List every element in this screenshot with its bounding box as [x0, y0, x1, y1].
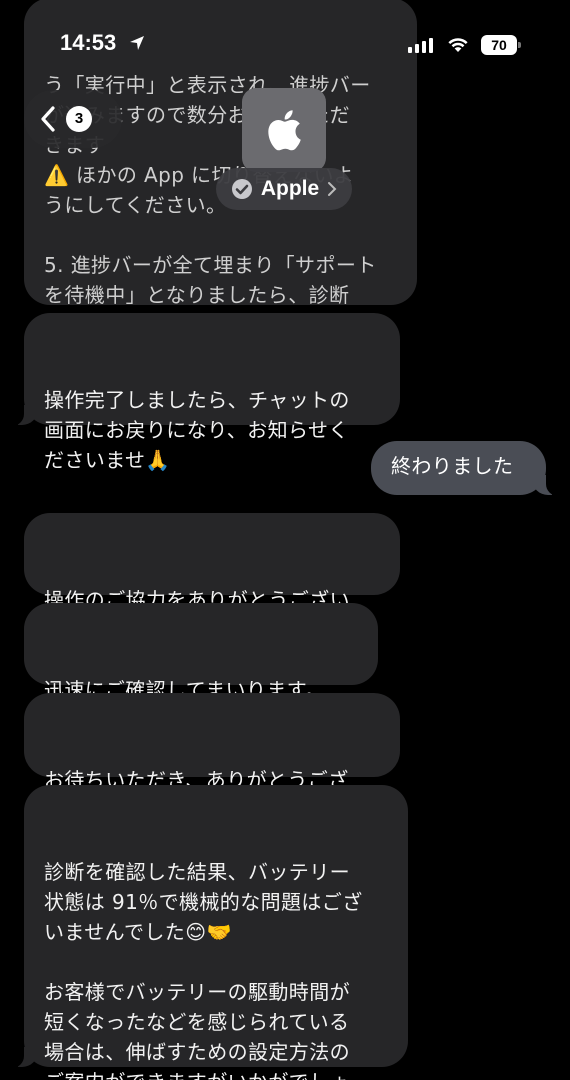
status-bar: 14:53 70	[0, 0, 570, 80]
outgoing-message-bubble: 終わりました	[371, 441, 560, 496]
message-text: 操作完了しましたら、チャットの 画面にお戻りになり、お知らせく ださいませ🙏	[44, 388, 350, 472]
unread-count-badge: 3	[66, 106, 92, 132]
message-bubble: 操作のご協力をありがとうござい ます🤝	[24, 513, 400, 642]
message-bubble: 迅速にご確認してまいります。 少々お待ちください。	[24, 603, 378, 732]
apple-logo-icon	[268, 110, 301, 151]
contact-name: Apple	[260, 177, 320, 200]
battery-indicator: 70	[481, 35, 521, 55]
contact-avatar[interactable]	[242, 88, 326, 172]
message-text: 終わりました	[391, 454, 514, 478]
message-bubble: 診断を確認した結果、バッテリー 状態は 91％で機械的な問題はござ いませんでし…	[10, 785, 408, 1080]
verified-badge-icon	[231, 179, 252, 199]
wifi-icon	[448, 38, 468, 52]
cellular-signal-icon	[408, 38, 433, 53]
message-bubble: 操作完了しましたら、チャットの 画面にお戻りになり、お知らせく ださいませ🙏	[10, 313, 400, 472]
chevron-left-icon	[41, 106, 55, 132]
contact-name-pill[interactable]: Apple	[216, 168, 352, 210]
chevron-right-icon	[328, 182, 337, 196]
message-text: 診断を確認した結果、バッテリー 状態は 91％で機械的な問題はござ いませんでし…	[44, 860, 363, 1080]
clock: 14:53	[60, 30, 117, 55]
location-arrow-icon	[130, 36, 144, 50]
message-bubble: お待ちいただき、ありがとうござ います。	[24, 693, 400, 822]
back-button[interactable]: 3	[24, 90, 122, 148]
